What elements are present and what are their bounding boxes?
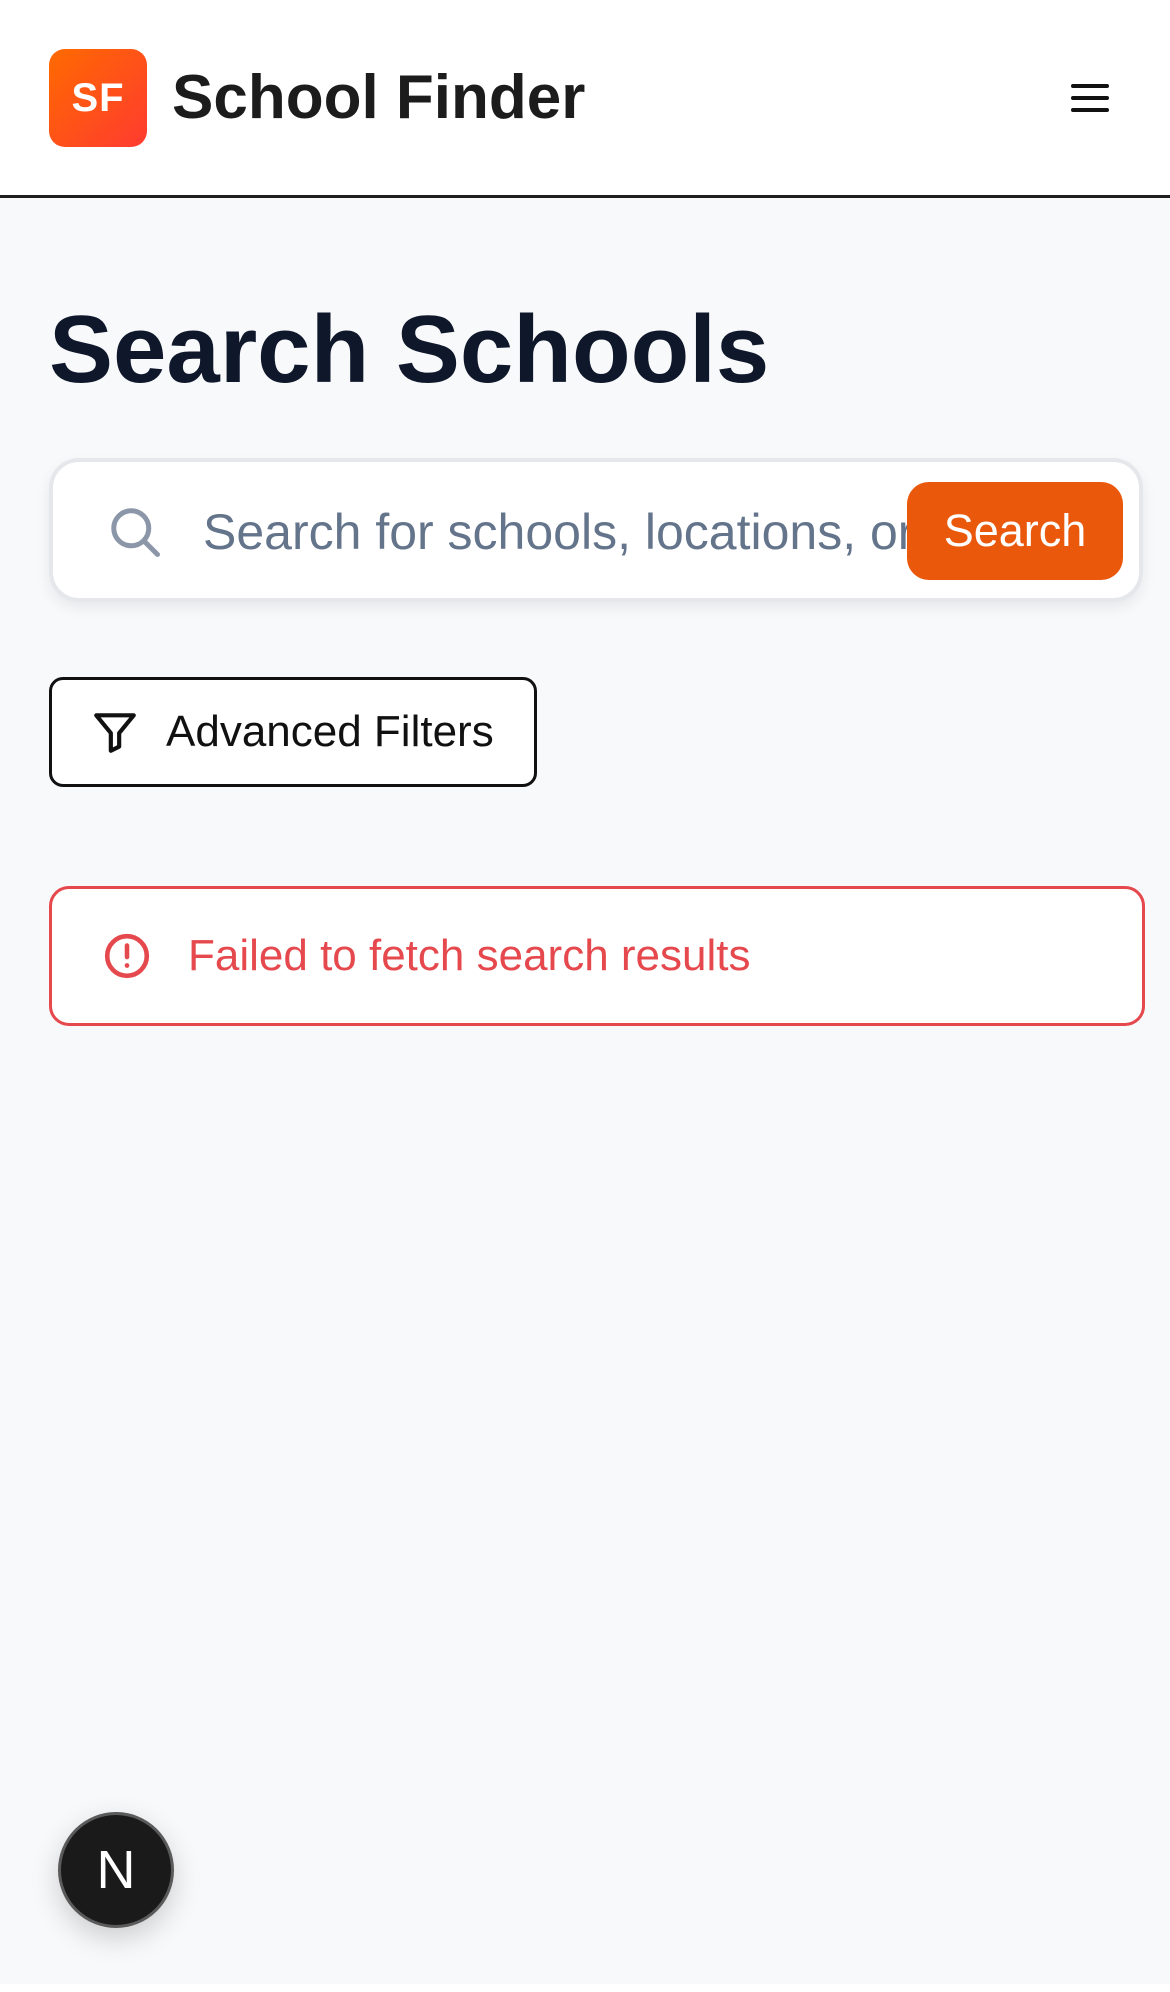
page: SF School Finder Search Schools Search A… <box>0 0 1170 1992</box>
page-title: Search Schools <box>49 296 770 403</box>
hamburger-menu-icon[interactable] <box>1060 72 1120 124</box>
menu-line <box>1071 96 1109 100</box>
app-header: SF School Finder <box>0 0 1170 198</box>
search-bar: Search <box>49 458 1143 602</box>
app-logo[interactable]: SF <box>49 49 147 147</box>
search-input[interactable] <box>203 492 923 572</box>
app-title[interactable]: School Finder <box>172 58 585 138</box>
error-alert: Failed to fetch search results <box>49 886 1145 1026</box>
error-message: Failed to fetch search results <box>188 931 751 980</box>
filter-icon <box>94 713 136 753</box>
search-button[interactable]: Search <box>907 482 1123 580</box>
search-icon <box>111 508 160 557</box>
dev-tools-badge[interactable]: N <box>58 1812 174 1928</box>
alert-circle-icon <box>104 933 150 979</box>
bottom-strip <box>0 1984 1170 1992</box>
advanced-filters-button[interactable]: Advanced Filters <box>49 677 537 787</box>
menu-line <box>1071 84 1109 88</box>
menu-line <box>1071 108 1109 112</box>
advanced-filters-label: Advanced Filters <box>166 707 494 756</box>
